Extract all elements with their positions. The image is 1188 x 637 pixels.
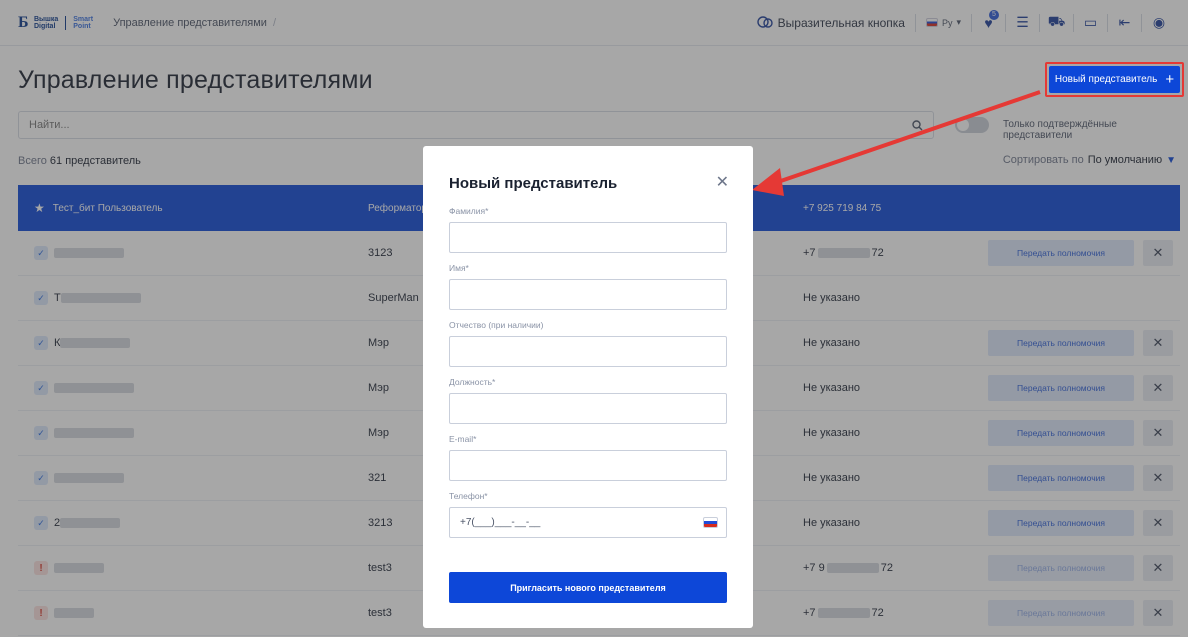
lastname-label: Фамилия* xyxy=(449,206,489,216)
position-label: Должность* xyxy=(449,377,496,387)
phone-label: Телефон* xyxy=(449,491,488,501)
ru-flag-icon[interactable] xyxy=(703,517,718,528)
firstname-label: Имя* xyxy=(449,263,469,273)
invite-button[interactable]: Пригласить нового представителя xyxy=(449,572,727,603)
close-icon[interactable]: ✕ xyxy=(716,172,729,192)
email-label: E-mail* xyxy=(449,434,477,444)
lastname-field[interactable] xyxy=(449,222,727,253)
phone-mask: +7(___)___-__-__ xyxy=(460,517,541,528)
modal-title: Новый представитель xyxy=(449,175,618,192)
firstname-field[interactable] xyxy=(449,279,727,310)
email-field[interactable] xyxy=(449,450,727,481)
new-representative-modal: Новый представитель ✕ Фамилия* Имя* Отче… xyxy=(423,146,753,628)
position-field[interactable] xyxy=(449,393,727,424)
patronymic-label: Отчество (при наличии) xyxy=(449,320,544,330)
patronymic-field[interactable] xyxy=(449,336,727,367)
phone-field[interactable]: +7(___)___-__-__ xyxy=(449,507,727,538)
